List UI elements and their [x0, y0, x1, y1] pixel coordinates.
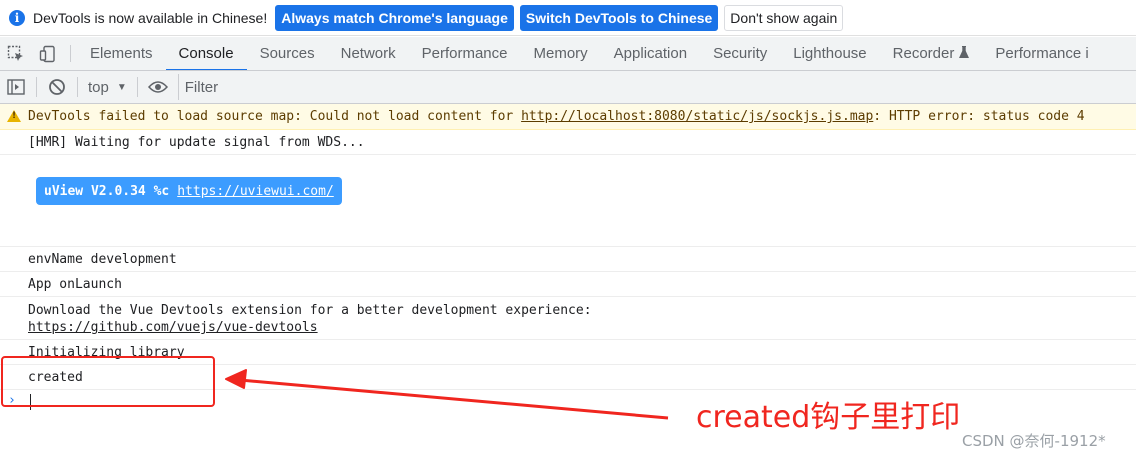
- annotation-arrow: [225, 369, 669, 420]
- annotation-caption: created钩子里打印: [696, 400, 961, 435]
- csdn-watermark: CSDN @奈何-1912*: [962, 432, 1106, 450]
